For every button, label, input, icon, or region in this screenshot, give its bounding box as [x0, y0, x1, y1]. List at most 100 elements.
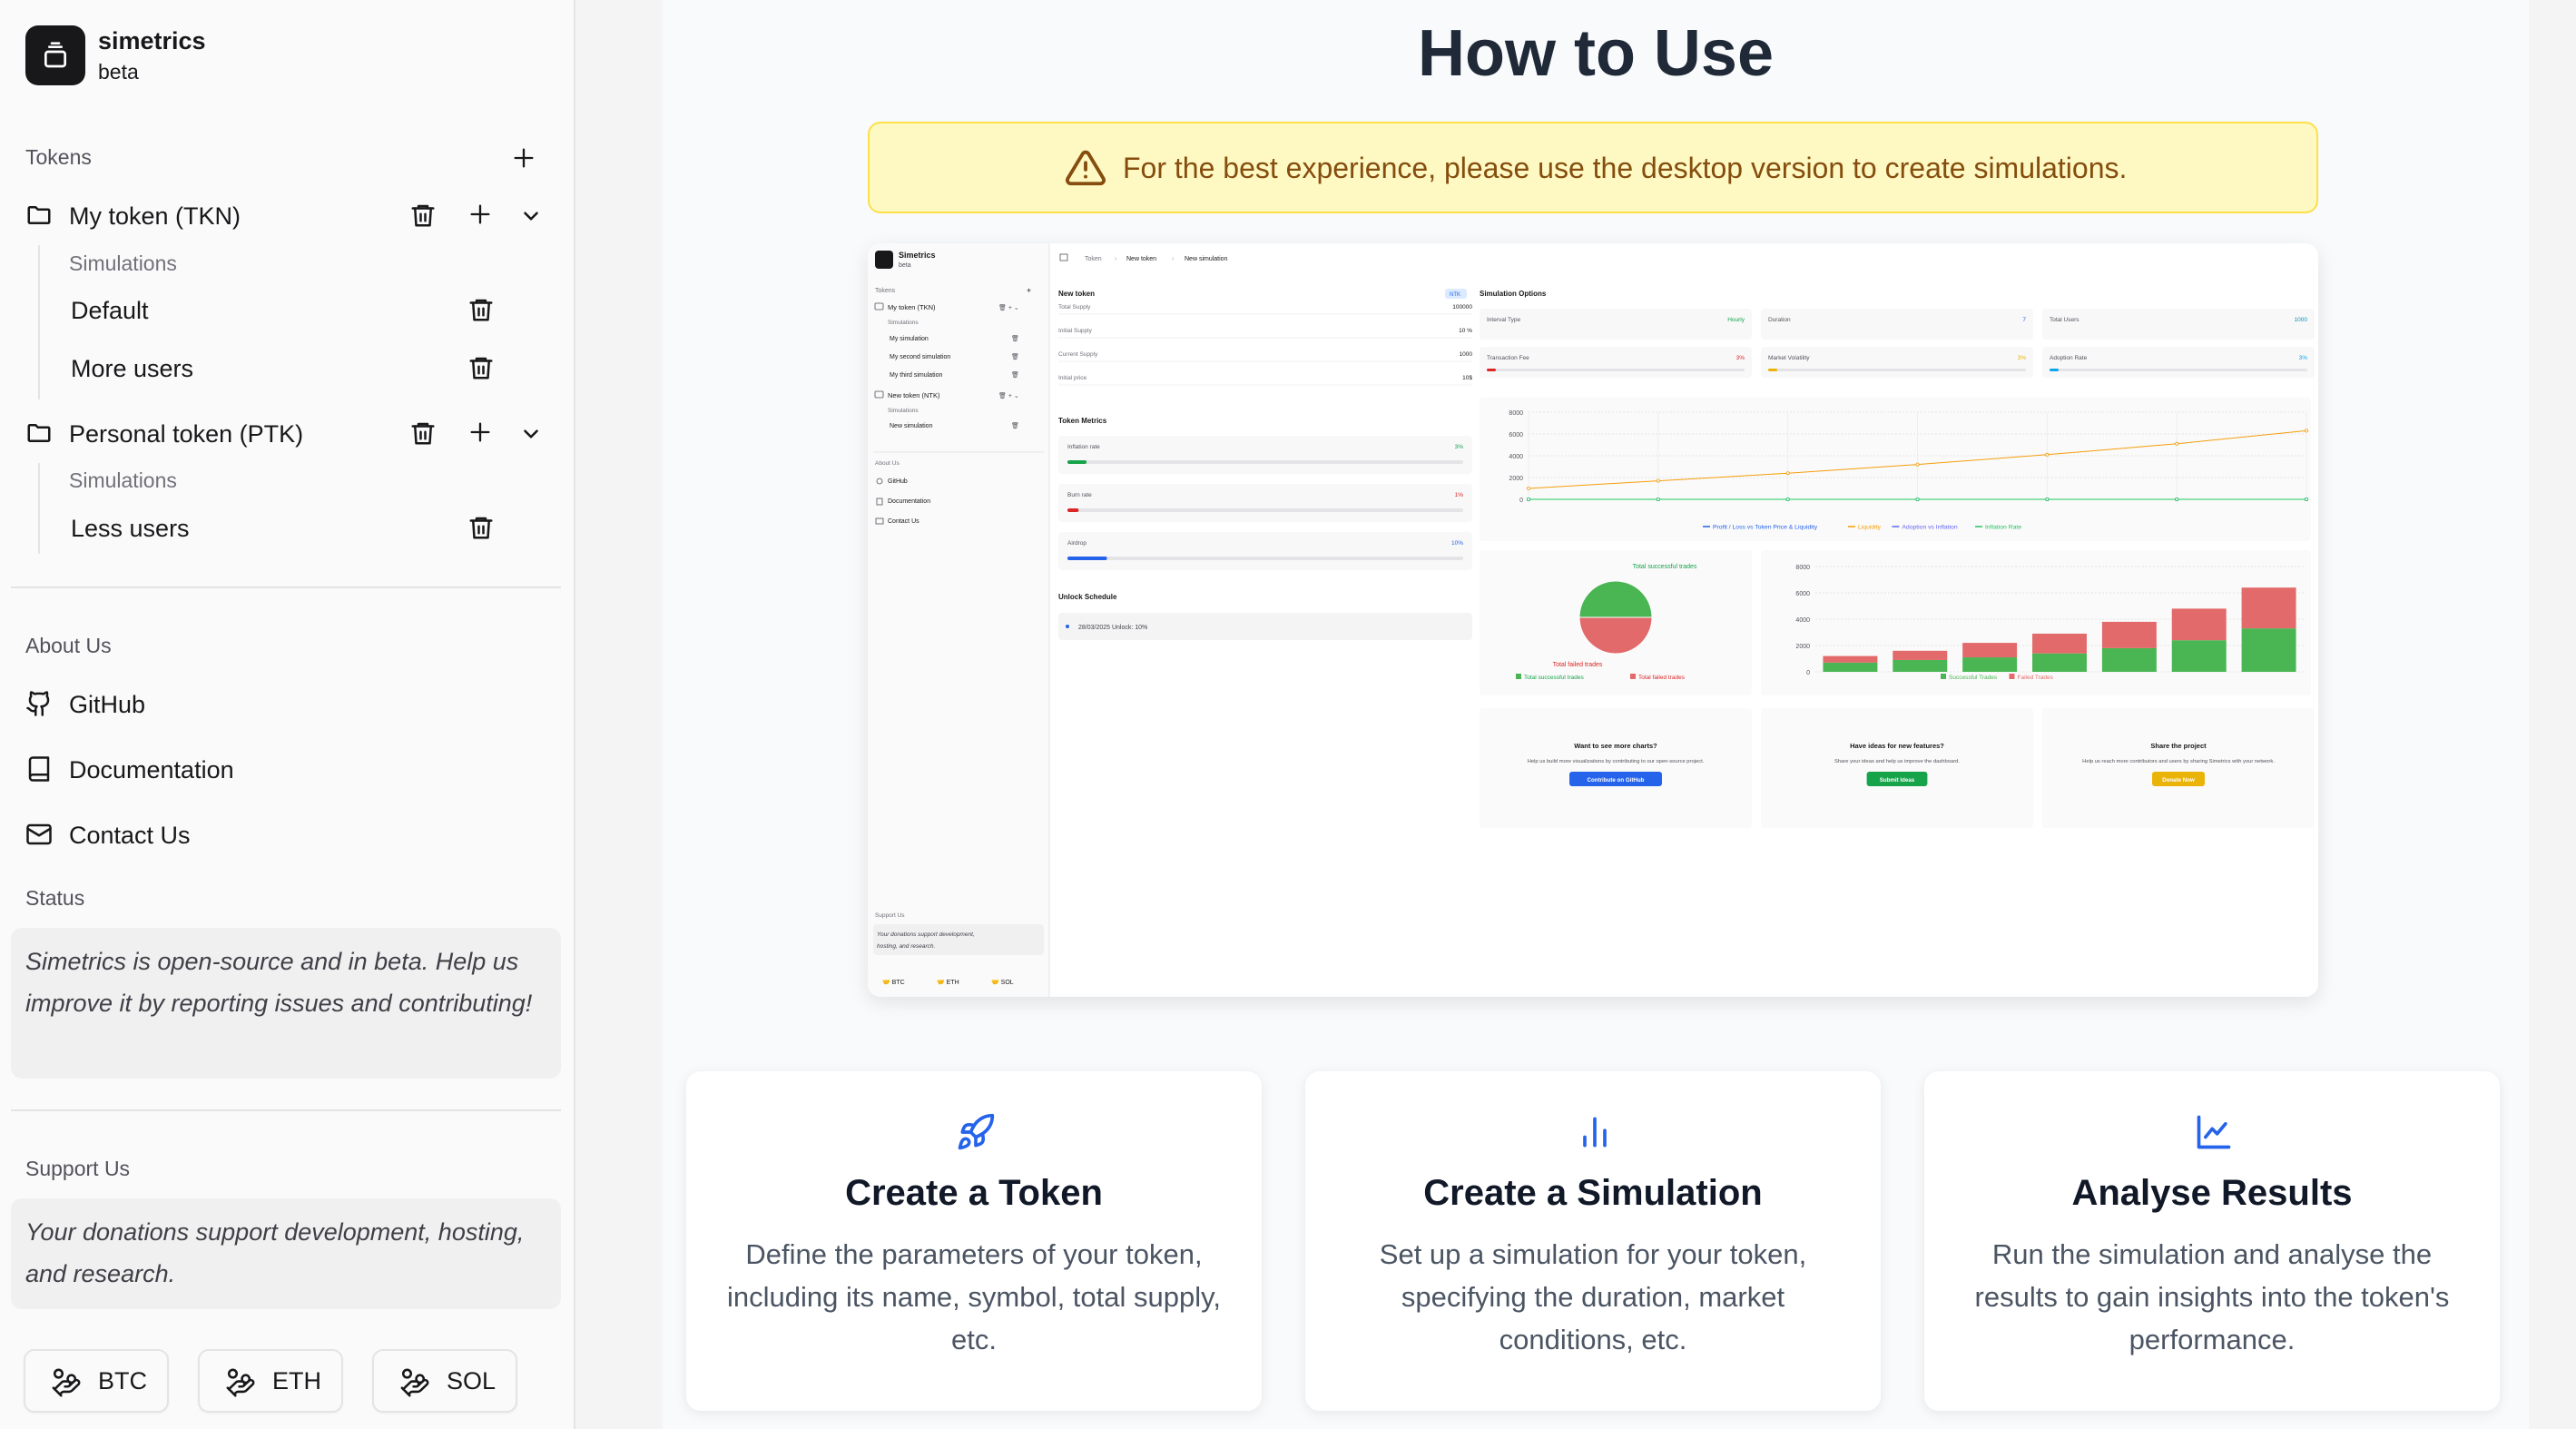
preview-line-point [1527, 486, 1531, 490]
alert-text: For the best experience, please use the … [1123, 152, 2128, 184]
preview-panel-icon [1059, 253, 1068, 261]
add-simulation-icon[interactable] [467, 202, 493, 227]
bar-chart-icon [1583, 1117, 1607, 1148]
eth-button[interactable]: ETH [198, 1349, 343, 1413]
svg-text:›: › [1115, 256, 1117, 262]
preview-breadcrumb: New token [1126, 256, 1156, 262]
contact-link-label: Contact Us [69, 822, 191, 849]
preview-token-fields: Total Supply 100000 Initial Supply 10 % Curr… [1058, 304, 1472, 386]
preview-metric-fill [1067, 460, 1087, 464]
preview-field-label: Total Supply [1058, 304, 1091, 310]
preview-bar-segment [2241, 587, 2296, 629]
preview-bar-segment [1962, 657, 2018, 672]
preview-unlock-item: 28/03/2025 Unlock: 10% [1078, 625, 1147, 631]
preview-line-point [1785, 497, 1790, 501]
app-logo[interactable] [25, 25, 85, 85]
line-chart-icon [2197, 1115, 2231, 1149]
support-label: Support Us [25, 1157, 131, 1180]
preview-trash-icon: 🗑 [1011, 370, 1019, 379]
preview-line-point [2305, 497, 2309, 501]
preview-pie-legend-label: Total failed trades [1638, 675, 1686, 681]
simulation-name: More users [71, 355, 194, 382]
preview-logo-icon [875, 251, 893, 269]
preview-option-fill [1768, 369, 1777, 371]
preview-option-fill [1487, 369, 1496, 371]
trash-icon[interactable] [409, 419, 437, 447]
preview-line-legend-label: Profit / Loss vs Token Price & Liquidity [1713, 525, 1818, 531]
preview-option-label: Transaction Fee [1487, 355, 1529, 361]
preview-sims-label: Simulations [888, 408, 919, 414]
preview-line-ytick: 2000 [1509, 476, 1523, 482]
preview-bar-segment [1893, 659, 1948, 672]
preview-field-label: Initial Supply [1058, 328, 1093, 334]
preview-line-point [1915, 462, 1920, 467]
preview-line-point [2175, 441, 2179, 446]
preview-bar-ytick: 8000 [1795, 565, 1810, 571]
preview-metric-card [1058, 532, 1472, 570]
preview-token-title: New token [1058, 290, 1095, 298]
preview-bar-segment [2171, 640, 2227, 672]
preview-pie-legend-label: Total successful trades [1524, 675, 1585, 681]
preview-sims-label: Simulations [888, 320, 919, 326]
token-name: Personal token (PTK) [69, 420, 304, 448]
preview-sim-item: My third simulation [890, 372, 942, 379]
trash-icon[interactable] [409, 202, 437, 229]
preview-metrics-title: Token Metrics [1058, 417, 1107, 425]
preview-link: GitHub [888, 478, 908, 485]
preview-link: Contact Us [888, 518, 919, 525]
preview-line-point [2045, 452, 2050, 457]
simulation-name: Less users [71, 515, 190, 542]
preview-bar-legend-label: Successful Trades [1949, 675, 1998, 681]
trash-icon[interactable] [467, 354, 495, 381]
sol-label: SOL [447, 1367, 497, 1395]
preview-option-label: Adoption Rate [2050, 355, 2088, 361]
preview-bar-segment [2101, 621, 2157, 648]
preview-option-card [1761, 309, 2033, 340]
preview-promo-title: Have ideas for new features? [1850, 742, 1944, 750]
card-text: Run the simulation and analyse the resul… [1974, 1238, 2450, 1355]
simulations-label: Simulations [69, 251, 177, 275]
sol-button[interactable]: SOL [372, 1349, 517, 1413]
preview-line-point [2305, 429, 2309, 433]
preview-option-fill [2050, 369, 2059, 371]
preview-link: Documentation [888, 498, 930, 505]
tree-line [38, 463, 40, 554]
preview-pie-bottom-label: Total failed trades [1553, 662, 1603, 668]
preview-line-ytick: 6000 [1509, 432, 1523, 439]
preview-promo-text: Share your ideas and help us improve the… [1834, 759, 1960, 764]
preview-line-point [2175, 497, 2179, 501]
folder-icon [27, 206, 51, 224]
preview-metric-fill [1067, 508, 1079, 512]
preview-option-value: Hourly [1727, 317, 1745, 323]
preview-metric-card [1058, 484, 1472, 522]
preview-promo-text: Help us build more visualizations by con… [1528, 759, 1705, 764]
btc-button[interactable]: BTC [24, 1349, 169, 1413]
preview-support-label: Support Us [875, 912, 905, 919]
add-simulation-icon[interactable] [467, 419, 493, 445]
simulation-name: Default [71, 297, 149, 324]
analyse-results-card: Analyse Results Run the simulation and a… [1924, 1071, 2500, 1411]
preview-line-point [1785, 471, 1790, 476]
preview-promo-title: Share the project [2150, 742, 2207, 750]
preview-bar-ytick: 2000 [1795, 644, 1810, 650]
preview-bar-ytick: 0 [1806, 670, 1810, 676]
chevron-down-icon[interactable] [519, 204, 543, 228]
preview-bar-legend-swatch [2009, 674, 2015, 679]
trash-icon[interactable] [467, 296, 495, 323]
preview-pie-legend-swatch [1516, 674, 1521, 679]
hand-coins-icon [400, 1368, 429, 1397]
preview-breadcrumb: Token [1085, 256, 1102, 262]
preview-metric-label: Airdrop [1067, 540, 1086, 547]
add-token-icon[interactable] [511, 145, 536, 171]
card-text: Set up a simulation for your token, spec… [1379, 1238, 1807, 1355]
preview-sol: 🤝 SOL [991, 979, 1014, 986]
chevron-down-icon[interactable] [519, 422, 543, 446]
tree-line [38, 245, 40, 399]
simulations-label: Simulations [69, 468, 177, 492]
preview-sim-item: New simulation [890, 423, 933, 429]
divider [11, 586, 561, 588]
mail-icon [26, 823, 52, 845]
trash-icon[interactable] [467, 514, 495, 541]
documentation-link-label: Documentation [69, 756, 234, 783]
preview-promo-card [1761, 708, 2033, 828]
